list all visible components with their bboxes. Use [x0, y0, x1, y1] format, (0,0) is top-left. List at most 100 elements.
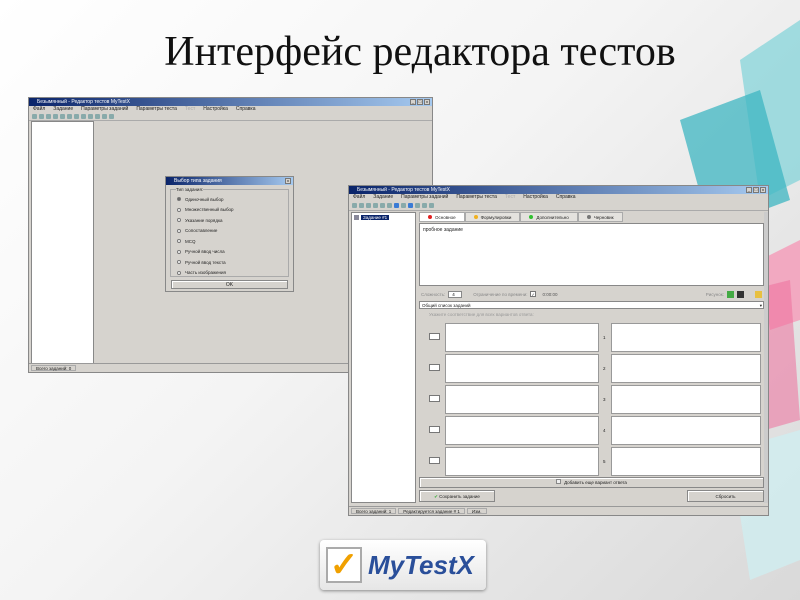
add-task-icon[interactable]	[380, 203, 385, 208]
difficulty-label: Сложность:	[421, 291, 446, 297]
answer-left-cell[interactable]	[445, 385, 599, 414]
menu-help[interactable]: Справка	[236, 106, 256, 113]
tab-main[interactable]: Основное	[419, 212, 465, 222]
mytestx-logo: ✓ MyTestX	[320, 540, 486, 590]
menu-file[interactable]: Файл	[33, 106, 45, 113]
checkmark-logo-icon: ✓	[326, 547, 362, 583]
close-button[interactable]: x	[424, 99, 430, 105]
time-limit-input[interactable]: 0:00:00	[539, 292, 560, 297]
menu-file[interactable]: Файл	[353, 194, 365, 201]
save-task-button[interactable]: ✔ Сохранить задание	[419, 490, 495, 502]
match-select[interactable]	[429, 395, 440, 402]
matching-hint: Укажите соответствие для всех вариантов …	[429, 312, 534, 317]
menu-task-params[interactable]: Параметры заданий	[81, 106, 128, 113]
menu-task[interactable]: Задание	[373, 194, 393, 201]
add-answer-button[interactable]: Добавить еще вариант ответа	[419, 477, 764, 488]
option-single-choice[interactable]: Одиночный выбор	[177, 194, 282, 205]
minimize-button[interactable]: _	[410, 99, 416, 105]
window-title: Безымянный - Редактор тестов MyTestX	[357, 187, 450, 193]
menu-test-params[interactable]: Параметры теста	[136, 106, 177, 113]
task-list[interactable]	[31, 121, 94, 364]
option-multiple-choice[interactable]: Множественный выбор	[177, 205, 282, 216]
nav-icon[interactable]	[81, 114, 86, 119]
nav-icon[interactable]	[408, 203, 413, 208]
question-text-area[interactable]: пробное задание	[419, 223, 764, 286]
minimize-button[interactable]: _	[746, 187, 752, 193]
nav-icon[interactable]	[415, 203, 420, 208]
answer-right-cell[interactable]	[611, 323, 761, 352]
picture-camera-icon[interactable]	[737, 290, 744, 298]
answer-left-cell[interactable]	[445, 323, 599, 352]
match-select[interactable]	[429, 457, 440, 464]
open-icon[interactable]	[39, 114, 44, 119]
option-number-input[interactable]: Ручной ввод числа	[177, 247, 282, 258]
paste-icon[interactable]	[429, 203, 434, 208]
difficulty-spinner[interactable]: 4	[448, 290, 463, 298]
menu-test[interactable]: Тест	[185, 106, 195, 113]
answer-right-cell[interactable]	[611, 354, 761, 383]
answer-right-cell[interactable]	[611, 447, 761, 476]
match-select[interactable]	[429, 333, 440, 340]
option-matching[interactable]: Сопоставление	[177, 226, 282, 237]
nav-icon[interactable]	[394, 203, 399, 208]
menu-settings[interactable]: Настройка	[523, 194, 548, 201]
scrollbar[interactable]	[764, 212, 768, 503]
nav-icon[interactable]	[88, 114, 93, 119]
option-mcq[interactable]: MCQ	[177, 236, 282, 247]
dialog-title: Выбор типа задания	[174, 178, 222, 184]
reset-button[interactable]: Сбросить	[687, 490, 764, 502]
close-button[interactable]: x	[285, 178, 291, 184]
paste-icon[interactable]	[109, 114, 114, 119]
task-list-item[interactable]: Задание #1	[354, 215, 413, 220]
delete-task-icon[interactable]	[387, 203, 392, 208]
task-list-select[interactable]: Общий список заданий ▾	[419, 301, 764, 309]
match-select[interactable]	[429, 364, 440, 371]
row-number: 2	[603, 366, 606, 371]
tab-draft[interactable]: Черновик	[577, 212, 623, 222]
slide-title: Интерфейс редактора тестов	[164, 29, 676, 75]
add-task-icon[interactable]	[53, 114, 58, 119]
open-icon[interactable]	[359, 203, 364, 208]
match-select[interactable]	[429, 426, 440, 433]
tab-additional[interactable]: Дополнительно	[520, 212, 578, 222]
copy-icon[interactable]	[102, 114, 107, 119]
new-icon[interactable]	[32, 114, 37, 119]
copy-icon[interactable]	[422, 203, 427, 208]
add-task-icon[interactable]	[373, 203, 378, 208]
delete-task-icon[interactable]	[67, 114, 72, 119]
option-text-input[interactable]: Ручной ввод текста	[177, 257, 282, 268]
nav-icon[interactable]	[74, 114, 79, 119]
task-type-group: Тип задания: Одиночный выбор Множественн…	[170, 187, 289, 286]
group-label: Тип задания:	[176, 187, 204, 192]
title-bar: Безымянный - Редактор тестов MyTestX _ □ x	[349, 186, 768, 194]
menu-settings[interactable]: Настройка	[203, 106, 228, 113]
picture-clear-icon[interactable]	[755, 290, 762, 298]
answer-right-cell[interactable]	[611, 385, 761, 414]
time-limit-label: Ограничение по времени:	[473, 291, 528, 297]
nav-icon[interactable]	[401, 203, 406, 208]
add-task-icon[interactable]	[60, 114, 65, 119]
maximize-button[interactable]: □	[753, 187, 759, 193]
option-order[interactable]: Указание порядка	[177, 215, 282, 226]
save-icon[interactable]	[366, 203, 371, 208]
answer-left-cell[interactable]	[445, 354, 599, 383]
menu-task[interactable]: Задание	[53, 106, 73, 113]
tab-formulations[interactable]: Формулировки	[464, 212, 521, 222]
answer-right-cell[interactable]	[611, 416, 761, 445]
option-image-part[interactable]: Часть изображения	[177, 268, 282, 279]
menu-test-params[interactable]: Параметры теста	[456, 194, 497, 201]
ok-button[interactable]: OK	[171, 280, 288, 289]
close-button[interactable]: x	[760, 187, 766, 193]
new-icon[interactable]	[352, 203, 357, 208]
menu-test[interactable]: Тест	[505, 194, 515, 201]
picture-load-icon[interactable]	[727, 290, 734, 298]
answer-left-cell[interactable]	[445, 416, 599, 445]
answer-left-cell[interactable]	[445, 447, 599, 476]
tab-icon	[529, 215, 534, 219]
menu-help[interactable]: Справка	[556, 194, 576, 201]
save-icon[interactable]	[46, 114, 51, 119]
nav-icon[interactable]	[95, 114, 100, 119]
menu-task-params[interactable]: Параметры заданий	[401, 194, 448, 201]
time-limit-checkbox[interactable]: ✓	[530, 291, 537, 297]
maximize-button[interactable]: □	[417, 99, 423, 105]
